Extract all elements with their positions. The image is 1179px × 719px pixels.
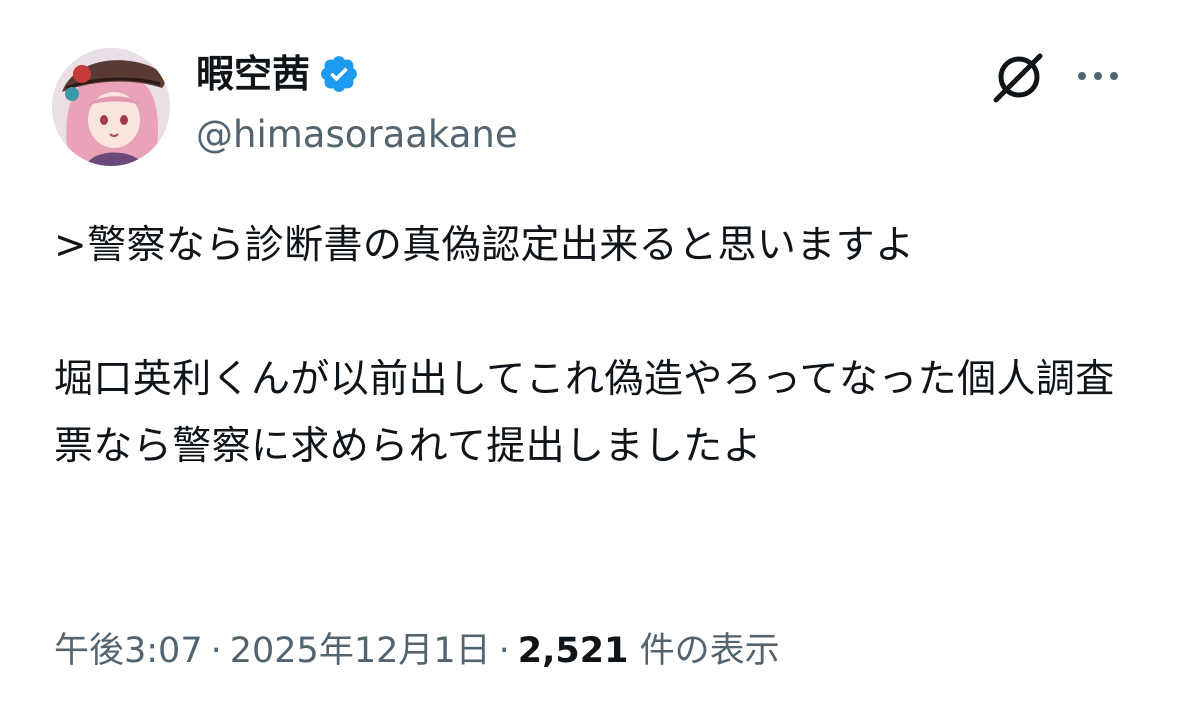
verified-badge-icon[interactable] (318, 53, 360, 95)
display-name[interactable]: 暇空茜 (196, 50, 360, 98)
meta-separator: · (210, 631, 222, 671)
tweet-meta: 午後3:07 · 2025年12月1日 · 2,521 件の表示 (54, 628, 780, 674)
grok-icon[interactable] (988, 46, 1050, 108)
more-dots-icon[interactable] (1072, 58, 1124, 94)
tweet-date[interactable]: 2025年12月1日 (230, 631, 491, 671)
display-name-text[interactable]: 暇空茜 (196, 50, 310, 98)
views-label: 件の表示 (639, 631, 780, 671)
tweet-time[interactable]: 午後3:07 (54, 631, 203, 671)
avatar[interactable] (52, 48, 170, 166)
meta-separator-2: · (498, 631, 510, 671)
tweet-text: >警察なら診断書の真偽認定出来ると思いますよ 堀口英利くんが以前出してこれ偽造や… (54, 223, 1115, 469)
user-handle[interactable]: @himasoraakane (196, 112, 518, 158)
views-count[interactable]: 2,521 (518, 631, 629, 671)
